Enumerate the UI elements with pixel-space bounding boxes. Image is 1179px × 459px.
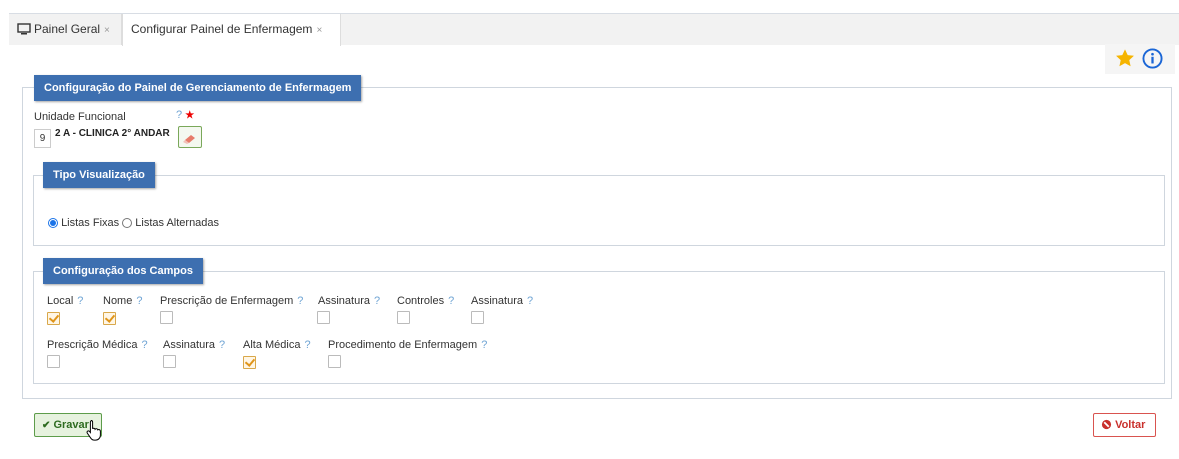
help-icon[interactable]: ?	[448, 295, 454, 307]
field-label-prescricao-enfermagem: Prescrição de Enfermagem?	[160, 295, 304, 307]
field-label-assinatura: Assinatura?	[318, 295, 381, 307]
help-icon[interactable]: ?	[481, 339, 487, 351]
check-icon: ✔	[42, 420, 51, 431]
checkbox-prescricao-medica[interactable]	[47, 355, 60, 368]
checkbox-assinatura[interactable]	[317, 311, 330, 324]
tab-painel-geral[interactable]: Painel Geral ×	[9, 14, 122, 45]
back-label: Voltar	[1115, 419, 1146, 431]
help-icon[interactable]: ?	[219, 339, 225, 351]
main-panel-title: Configuração do Painel de Gerenciamento …	[34, 75, 362, 101]
radio-label: Listas Fixas	[61, 217, 120, 229]
help-icon[interactable]: ?	[374, 295, 380, 307]
monitor-icon	[17, 16, 31, 47]
visualization-section	[33, 175, 1165, 246]
info-icon[interactable]	[1142, 48, 1163, 72]
unit-code-field[interactable]: 9	[34, 129, 51, 148]
tab-bar: Painel Geral × Configurar Painel de Enfer…	[9, 13, 1179, 46]
checkbox-assinatura-3[interactable]	[163, 355, 176, 368]
save-label: Gravar	[53, 419, 89, 431]
unit-help-required: ? ★	[172, 109, 194, 121]
fields-section	[33, 271, 1165, 384]
toolbar	[1105, 44, 1175, 74]
star-icon[interactable]	[1114, 48, 1136, 72]
field-label-controles: Controles?	[397, 295, 455, 307]
required-icon: ★	[185, 110, 195, 121]
help-icon[interactable]: ?	[297, 295, 303, 307]
checkbox-nome[interactable]	[103, 312, 116, 325]
visualization-options: Listas Fixas Listas Alternadas	[48, 217, 219, 229]
back-button[interactable]: Voltar	[1093, 413, 1156, 437]
field-label-procedimento-enfermagem: Procedimento de Enfermagem?	[328, 339, 488, 351]
tab-configurar-painel[interactable]: Configurar Painel de Enfermagem ×	[122, 14, 341, 46]
hand-cursor-icon	[85, 419, 103, 444]
unit-name: 2 A - CLINICA 2° ANDAR	[55, 128, 170, 139]
help-icon[interactable]: ?	[176, 109, 182, 121]
radio-listas-fixas[interactable]	[48, 218, 58, 228]
checkbox-prescricao-enfermagem[interactable]	[160, 311, 173, 324]
tab-label: Configurar Painel de Enfermagem	[131, 22, 313, 36]
help-icon[interactable]: ?	[136, 295, 142, 307]
checkbox-controles[interactable]	[397, 311, 410, 324]
help-icon[interactable]: ?	[527, 295, 533, 307]
help-icon[interactable]: ?	[141, 339, 147, 351]
fields-title: Configuração dos Campos	[43, 258, 203, 284]
field-label-alta-medica: Alta Médica?	[243, 339, 311, 351]
checkbox-alta-medica[interactable]	[243, 356, 256, 369]
checkbox-local[interactable]	[47, 312, 60, 325]
field-label-nome: Nome?	[103, 295, 143, 307]
tab-close-icon[interactable]: ×	[316, 25, 322, 36]
field-label-assinatura-3: Assinatura?	[163, 339, 226, 351]
eraser-icon	[183, 135, 195, 144]
radio-listas-alternadas[interactable]	[122, 218, 133, 228]
checkbox-procedimento-enfermagem[interactable]	[328, 355, 341, 368]
field-label-prescricao-medica: Prescrição Médica?	[47, 339, 148, 351]
tab-close-icon[interactable]: ×	[104, 25, 110, 36]
ban-icon	[1101, 416, 1112, 438]
radio-label: Listas Alternadas	[135, 217, 220, 229]
help-icon[interactable]: ?	[304, 339, 310, 351]
field-label-local: Local?	[47, 295, 84, 307]
help-icon[interactable]: ?	[77, 295, 83, 307]
field-label-assinatura-2: Assinatura?	[471, 295, 534, 307]
visualization-title: Tipo Visualização	[43, 162, 155, 188]
unit-label: Unidade Funcional	[34, 111, 126, 123]
tab-label: Painel Geral	[34, 22, 101, 36]
checkbox-assinatura-2[interactable]	[471, 311, 484, 324]
clear-unit-button[interactable]	[178, 126, 202, 148]
